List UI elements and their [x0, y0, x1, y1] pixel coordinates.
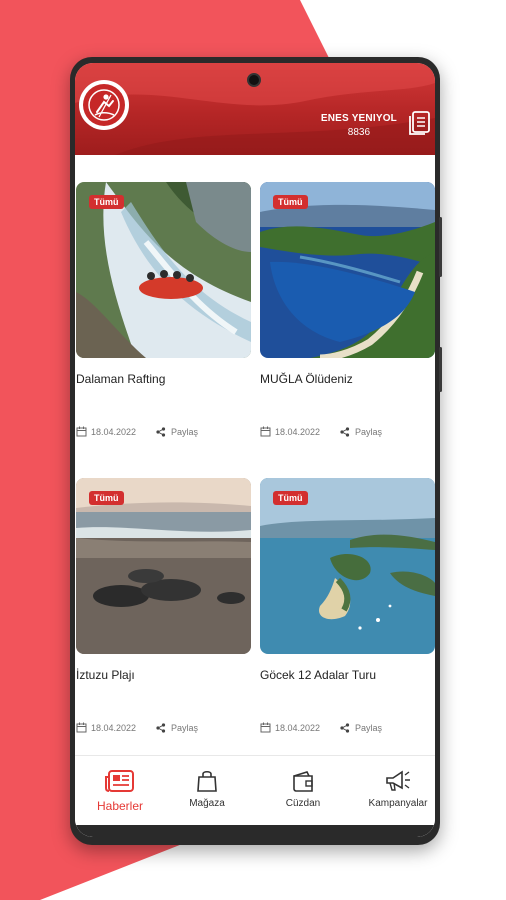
system-nav-bar	[75, 825, 435, 837]
share-icon	[340, 722, 350, 733]
phone-side-button	[439, 347, 442, 392]
beach-turtles-photo[interactable]: Tümü	[76, 478, 251, 654]
card-date: 18.04.2022	[275, 722, 321, 733]
user-id: 8836	[347, 127, 371, 138]
card-meta: 18.04.2022 Paylaş	[76, 426, 198, 437]
rafting-photo[interactable]: Tümü	[76, 182, 251, 358]
wallet-icon	[293, 771, 313, 792]
nav-item-cuzdan[interactable]: Cüzdan	[258, 756, 348, 826]
user-info: ENES YENIYOL 8836	[321, 113, 397, 138]
news-icon	[105, 770, 134, 792]
calendar-icon	[260, 722, 271, 733]
share-label: Paylaş	[171, 426, 199, 437]
card-date: 18.04.2022	[275, 426, 321, 437]
share-icon	[340, 426, 350, 437]
logo-emblem	[83, 84, 125, 126]
card-date: 18.04.2022	[91, 722, 137, 733]
front-camera	[247, 73, 261, 87]
phone-frame: ENES YENIYOL 8836 Tümü Dalaman Rafting 1…	[70, 57, 442, 845]
calendar-icon	[76, 426, 87, 437]
app-screen: ENES YENIYOL 8836 Tümü Dalaman Rafting 1…	[75, 63, 435, 837]
rafting-logo[interactable]	[79, 80, 129, 130]
nav-item-kampanyalar[interactable]: Kampanyalar	[353, 756, 435, 826]
documents-icon[interactable]	[407, 110, 433, 136]
card-title[interactable]: MUĞLA Ölüdeniz	[260, 372, 353, 386]
islands-photo[interactable]: Tümü	[260, 478, 435, 654]
share-icon	[156, 722, 166, 733]
card-title[interactable]: Dalaman Rafting	[76, 372, 165, 386]
nav-label: Haberler	[96, 799, 144, 813]
category-badge: Tümü	[89, 195, 124, 209]
share-label: Paylaş	[355, 426, 383, 437]
nav-item-haberler[interactable]: Haberler	[75, 756, 165, 826]
card-title[interactable]: Göcek 12 Adalar Turu	[260, 668, 376, 682]
share-button[interactable]: Paylaş	[340, 427, 382, 437]
user-name: ENES YENIYOL	[320, 113, 397, 124]
share-button[interactable]: Paylaş	[156, 723, 198, 733]
calendar-icon	[260, 426, 271, 437]
nav-label: Mağaza	[189, 798, 225, 809]
share-button[interactable]: Paylaş	[340, 723, 382, 733]
lagoon-photo[interactable]: Tümü	[260, 182, 435, 358]
share-label: Paylaş	[355, 722, 383, 733]
category-badge: Tümü	[89, 491, 124, 505]
category-badge: Tümü	[273, 195, 308, 209]
share-label: Paylaş	[171, 722, 199, 733]
megaphone-icon	[386, 770, 410, 791]
card-title[interactable]: İztuzu Plajı	[76, 668, 135, 682]
nav-label: Kampanyalar	[368, 798, 428, 809]
phone-side-button	[439, 217, 442, 277]
nav-label: Cüzdan	[285, 798, 321, 809]
share-icon	[156, 426, 166, 437]
rafter-figure-icon	[88, 89, 120, 121]
nav-item-magaza[interactable]: Mağaza	[162, 756, 252, 826]
card-meta: 18.04.2022 Paylaş	[260, 426, 382, 437]
category-badge: Tümü	[273, 491, 308, 505]
shopping-bag-icon	[197, 770, 217, 792]
card-meta: 18.04.2022 Paylaş	[260, 722, 382, 733]
card-meta: 18.04.2022 Paylaş	[76, 722, 198, 733]
card-date: 18.04.2022	[91, 426, 137, 437]
app-header: ENES YENIYOL 8836	[75, 63, 435, 155]
share-button[interactable]: Paylaş	[156, 427, 198, 437]
news-grid: Tümü Dalaman Rafting 18.04.2022 Paylaş T…	[75, 155, 435, 755]
calendar-icon	[76, 722, 87, 733]
